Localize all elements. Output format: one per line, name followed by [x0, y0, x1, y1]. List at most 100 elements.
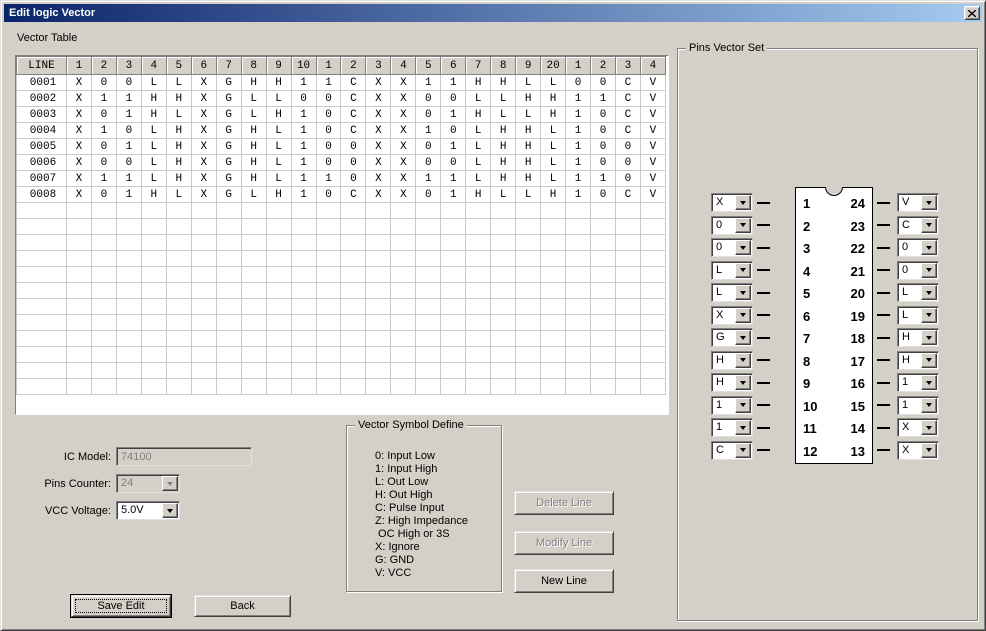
vector-cell[interactable]: H	[491, 155, 516, 171]
line-number-cell[interactable]: 0007	[17, 171, 67, 187]
vector-cell[interactable]: 1	[566, 139, 591, 155]
vector-cell[interactable]: L	[266, 123, 291, 139]
vector-cell[interactable]: H	[541, 91, 566, 107]
vector-cell[interactable]: 1	[116, 171, 141, 187]
dropdown-arrow-icon[interactable]	[735, 308, 751, 323]
vector-cell[interactable]: 0	[116, 75, 141, 91]
vector-cell[interactable]: L	[541, 155, 566, 171]
close-button[interactable]	[964, 6, 980, 20]
vcc-voltage-combo[interactable]: 5.0V	[116, 501, 180, 520]
vector-cell[interactable]: 0	[591, 187, 616, 203]
vector-cell[interactable]: 1	[316, 75, 341, 91]
line-number-cell[interactable]: 0008	[17, 187, 67, 203]
vector-cell[interactable]: 0	[91, 187, 116, 203]
pin-18-combo[interactable]: H	[897, 328, 939, 347]
vector-cell[interactable]: 1	[91, 123, 116, 139]
save-edit-button[interactable]: Save Edit	[71, 595, 171, 617]
vector-cell[interactable]: 1	[566, 187, 591, 203]
vector-cell[interactable]: 0	[416, 155, 441, 171]
vector-cell[interactable]: L	[466, 123, 491, 139]
vector-cell[interactable]: H	[491, 139, 516, 155]
dropdown-arrow-icon[interactable]	[735, 330, 751, 345]
vector-cell[interactable]: 1	[441, 139, 466, 155]
pin-15-combo[interactable]: 1	[897, 396, 939, 415]
vector-cell[interactable]: H	[491, 123, 516, 139]
vector-cell[interactable]: 0	[91, 139, 116, 155]
vector-cell[interactable]: X	[366, 91, 391, 107]
vector-cell[interactable]: L	[166, 187, 191, 203]
vector-cell[interactable]: X	[67, 123, 92, 139]
vector-cell[interactable]: H	[166, 155, 191, 171]
dropdown-arrow-icon[interactable]	[921, 398, 937, 413]
vector-cell[interactable]: C	[615, 107, 640, 123]
vector-cell[interactable]: 1	[566, 107, 591, 123]
vector-cell[interactable]: V	[640, 107, 665, 123]
dropdown-arrow-icon[interactable]	[921, 218, 937, 233]
pin-6-combo[interactable]: X	[711, 306, 753, 325]
pin-5-combo[interactable]: L	[711, 283, 753, 302]
dropdown-arrow-icon[interactable]	[735, 353, 751, 368]
vector-cell[interactable]: 1	[416, 171, 441, 187]
dropdown-arrow-icon[interactable]	[921, 420, 937, 435]
pin-12-combo[interactable]: C	[711, 441, 753, 460]
vector-cell[interactable]: X	[366, 139, 391, 155]
vector-cell[interactable]: X	[391, 139, 416, 155]
vector-cell[interactable]: X	[391, 123, 416, 139]
vector-cell[interactable]: G	[216, 171, 241, 187]
vector-cell[interactable]: L	[516, 187, 541, 203]
vector-table[interactable]: LINE 12345678910123456789201234 0001X00L…	[15, 55, 669, 415]
vector-cell[interactable]: 0	[416, 91, 441, 107]
vector-cell[interactable]: G	[216, 91, 241, 107]
dropdown-arrow-icon[interactable]	[735, 263, 751, 278]
vector-cell[interactable]: 0	[291, 91, 316, 107]
pin-19-combo[interactable]: L	[897, 306, 939, 325]
vector-cell[interactable]: 0	[615, 155, 640, 171]
vector-row[interactable]: 0008X01HLXGLH10CXX01HLLH10CV	[17, 187, 666, 203]
line-number-cell[interactable]: 0001	[17, 75, 67, 91]
vector-cell[interactable]: 0	[341, 155, 366, 171]
vector-cell[interactable]: 0	[591, 155, 616, 171]
vector-cell[interactable]: H	[516, 171, 541, 187]
vector-cell[interactable]: L	[541, 75, 566, 91]
vector-cell[interactable]: L	[241, 107, 266, 123]
pin-11-combo[interactable]: 1	[711, 418, 753, 437]
vector-cell[interactable]: L	[241, 91, 266, 107]
vector-cell[interactable]: G	[216, 75, 241, 91]
vector-cell[interactable]: X	[366, 171, 391, 187]
vector-cell[interactable]: 1	[441, 171, 466, 187]
dropdown-arrow-icon[interactable]	[735, 240, 751, 255]
vector-cell[interactable]: L	[466, 171, 491, 187]
vector-cell[interactable]: 1	[566, 91, 591, 107]
vector-cell[interactable]: G	[216, 107, 241, 123]
vector-cell[interactable]: X	[191, 139, 216, 155]
vector-cell[interactable]: C	[341, 187, 366, 203]
vector-cell[interactable]: X	[366, 107, 391, 123]
vector-cell[interactable]: H	[241, 155, 266, 171]
dropdown-arrow-icon[interactable]	[735, 195, 751, 210]
vector-cell[interactable]: 0	[91, 155, 116, 171]
vector-cell[interactable]: 1	[291, 171, 316, 187]
vector-cell[interactable]: H	[516, 123, 541, 139]
vector-cell[interactable]: X	[67, 139, 92, 155]
vector-row[interactable]: 0005X01LHXGHL100XX01LHHL100V	[17, 139, 666, 155]
dropdown-arrow-icon[interactable]	[735, 218, 751, 233]
line-number-cell[interactable]: 0003	[17, 107, 67, 123]
line-number-cell[interactable]: 0004	[17, 123, 67, 139]
vector-cell[interactable]: L	[466, 155, 491, 171]
vector-cell[interactable]: L	[541, 139, 566, 155]
vector-cell[interactable]: L	[141, 155, 166, 171]
pin-3-combo[interactable]: 0	[711, 238, 753, 257]
vector-cell[interactable]: H	[491, 171, 516, 187]
vector-cell[interactable]: G	[216, 123, 241, 139]
vector-cell[interactable]: 0	[591, 75, 616, 91]
vector-cell[interactable]: H	[516, 91, 541, 107]
vector-row[interactable]: 0007X11LHXGHL110XX11LHHL110V	[17, 171, 666, 187]
vector-cell[interactable]: 0	[441, 123, 466, 139]
vector-cell[interactable]: H	[466, 107, 491, 123]
vector-cell[interactable]: H	[241, 171, 266, 187]
vector-cell[interactable]: 1	[316, 171, 341, 187]
vector-cell[interactable]: H	[266, 75, 291, 91]
vector-cell[interactable]: 0	[341, 139, 366, 155]
vector-cell[interactable]: H	[166, 171, 191, 187]
vector-cell[interactable]: 1	[566, 123, 591, 139]
